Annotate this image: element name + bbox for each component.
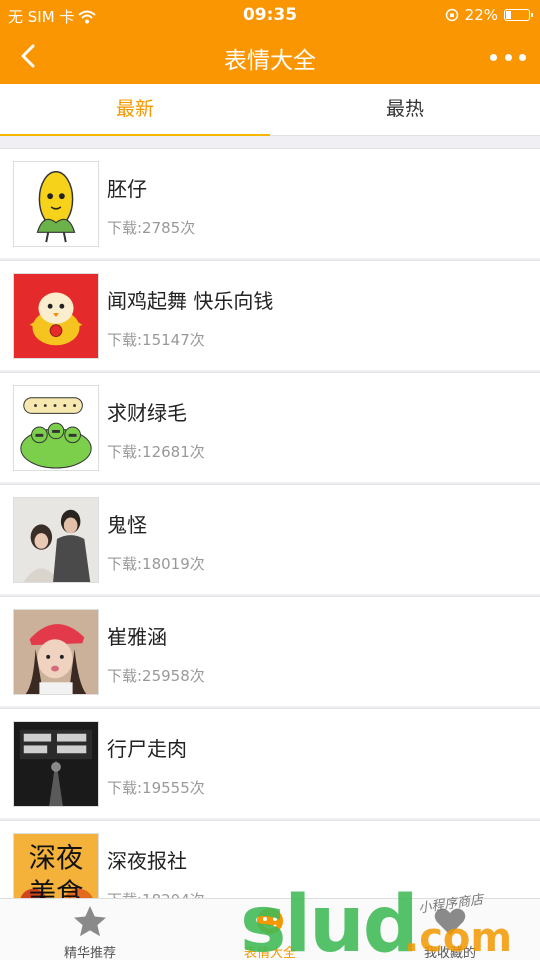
thumb-text-line-2: 美食 xyxy=(29,878,84,898)
watermark-suffix: .com xyxy=(404,915,513,960)
item-title: 鬼怪 xyxy=(107,513,147,537)
download-count: 下载:2785次 xyxy=(107,219,196,237)
dark-poster-image xyxy=(14,722,98,806)
battery-percent: 22% xyxy=(464,6,498,24)
girl-photo-image xyxy=(14,610,98,694)
item-title: 崔雅涵 xyxy=(107,625,167,649)
couple-photo-image xyxy=(14,498,98,582)
list-item[interactable]: 行尸走肉 下载:19555次 xyxy=(0,708,540,818)
bottom-tab-label: 精华推荐 xyxy=(63,946,116,960)
sticker-thumbnail: 深夜 美食 xyxy=(13,833,99,898)
sticker-thumbnail xyxy=(13,161,99,247)
item-title: 闻鸡起舞 快乐向钱 xyxy=(107,289,274,313)
download-count: 下载:18204次 xyxy=(107,889,205,898)
corn-image xyxy=(14,162,98,246)
tab-newest[interactable]: 最新 xyxy=(0,84,270,135)
thumb-text-line-1: 深夜 xyxy=(29,843,84,874)
page-title: 表情大全 xyxy=(224,48,316,74)
chicken-image xyxy=(14,274,98,358)
battery-icon xyxy=(504,9,533,21)
battery-group: 22% xyxy=(445,6,533,24)
download-count: 下载:19555次 xyxy=(107,779,205,797)
download-count: 下载:15147次 xyxy=(107,331,205,349)
nav-bar: 表情大全 xyxy=(0,30,540,84)
more-button[interactable] xyxy=(490,42,526,72)
more-dot-icon xyxy=(490,53,497,61)
sticker-thumbnail xyxy=(13,721,99,807)
tab-hottest[interactable]: 最热 xyxy=(270,84,540,135)
list-item[interactable]: 鬼怪 下载:18019次 xyxy=(0,484,540,594)
sticker-thumbnail xyxy=(13,609,99,695)
more-dot-icon xyxy=(504,53,512,61)
star-icon xyxy=(74,906,106,937)
more-dot-icon xyxy=(519,53,526,61)
download-count: 下载:25958次 xyxy=(107,667,205,685)
list-item[interactable]: 胚仔 下载:2785次 xyxy=(0,148,540,258)
sticker-thumbnail xyxy=(13,385,99,471)
download-count: 下载:12681次 xyxy=(107,443,205,461)
download-count: 下载:18019次 xyxy=(107,555,205,573)
battery-level xyxy=(506,11,511,19)
green-monster-image xyxy=(14,386,98,470)
sticker-thumbnail xyxy=(13,497,99,583)
night-food-image: 深夜 美食 xyxy=(14,834,98,898)
watermark-logo: slud xyxy=(240,880,419,960)
orientation-lock-icon xyxy=(445,8,458,22)
list-item[interactable]: 崔雅涵 下载:25958次 xyxy=(0,596,540,706)
list-item[interactable]: 求财绿毛 下载:12681次 xyxy=(0,372,540,482)
list-item[interactable]: 闻鸡起舞 快乐向钱 下载:15147次 xyxy=(0,260,540,370)
item-title: 求财绿毛 xyxy=(107,401,187,425)
item-title: 深夜报社 xyxy=(107,849,187,873)
segment-tabs: 最新 最热 xyxy=(0,84,540,136)
bottom-tab-featured[interactable]: 精华推荐 xyxy=(0,899,180,960)
sticker-list: 胚仔 下载:2785次 闻鸡起舞 快乐向钱 下载:15147次 求财绿毛 下载:… xyxy=(0,136,540,898)
item-title: 胚仔 xyxy=(107,177,147,201)
item-title: 行尸走肉 xyxy=(107,737,187,761)
status-bar: 无 SIM 卡 09:35 22% xyxy=(0,0,540,30)
sticker-thumbnail xyxy=(13,273,99,359)
